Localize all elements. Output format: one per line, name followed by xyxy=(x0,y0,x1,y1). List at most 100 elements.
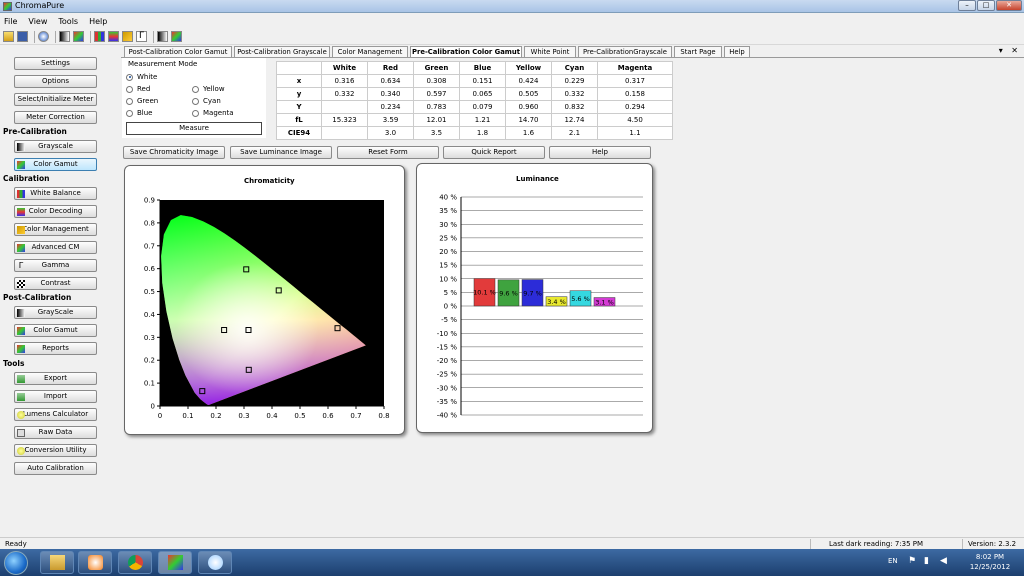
radio-magenta-label: Magenta xyxy=(203,109,234,117)
pre-color-gamut-button[interactable]: Color Gamut xyxy=(14,158,97,171)
flag-icon[interactable]: ⚑ xyxy=(908,556,916,566)
menu-help[interactable]: Help xyxy=(89,17,107,26)
post-color-gamut-icon[interactable] xyxy=(171,31,182,42)
y-tick-label: 30 % xyxy=(439,221,457,229)
color-decoding-icon[interactable] xyxy=(108,31,119,42)
volume-icon[interactable]: ◀ xyxy=(940,556,947,566)
minimize-button[interactable]: – xyxy=(958,0,976,11)
radio-icon xyxy=(126,85,133,93)
y-tick-label: 40 % xyxy=(439,194,457,202)
reset-form-button[interactable]: Reset Form xyxy=(337,146,439,159)
raw-data-button[interactable]: Raw Data xyxy=(14,426,97,439)
chrome-icon xyxy=(128,555,143,570)
title-bar: ChromaPure – □ ✕ xyxy=(0,0,1024,13)
tab-dropdown-icon[interactable]: ▾ xyxy=(999,46,1003,55)
network-icon[interactable]: ▮ xyxy=(924,556,929,566)
lumens-calculator-button[interactable]: Lumens Calculator xyxy=(14,408,97,421)
menu-tools[interactable]: Tools xyxy=(58,17,78,26)
clock[interactable]: 8:02 PM 12/25/2012 xyxy=(963,552,1017,572)
meter-correction-button[interactable]: Meter Correction xyxy=(14,111,97,124)
post-grayscale-button[interactable]: GrayScale xyxy=(14,306,97,319)
contrast-button[interactable]: Contrast xyxy=(14,277,97,290)
close-button[interactable]: ✕ xyxy=(996,0,1022,11)
tab-post-calibration-color-gamut[interactable]: Post-Calibration Color Gamut xyxy=(124,46,232,57)
conversion-utility-button[interactable]: Conversion Utility xyxy=(14,444,97,457)
table-cell: 3.0 xyxy=(367,126,414,140)
y-tick-label: 25 % xyxy=(439,234,457,242)
grayscale-icon xyxy=(17,143,25,151)
save-chromaticity-button[interactable]: Save Chromaticity Image xyxy=(123,146,225,159)
open-folder-icon[interactable] xyxy=(3,31,14,42)
select-meter-button[interactable]: Select/Initialize Meter xyxy=(14,93,97,106)
grayscale-icon[interactable] xyxy=(59,31,70,42)
tab-close-icon[interactable]: ✕ xyxy=(1011,46,1018,55)
tab-pre-calibration-grayscale[interactable]: Pre-CalibrationGrayscale xyxy=(578,46,672,57)
radio-red[interactable]: Red xyxy=(126,85,150,93)
settings-button[interactable]: Settings xyxy=(14,57,97,70)
post-grayscale-icon[interactable] xyxy=(157,31,168,42)
taskbar-chromapure[interactable] xyxy=(158,551,192,574)
tab-color-management[interactable]: Color Management xyxy=(332,46,408,57)
color-decoding-button[interactable]: Color Decoding xyxy=(14,205,97,218)
measurement-table: White Red Green Blue Yellow Cyan Magenta… xyxy=(276,61,673,140)
menu-view[interactable]: View xyxy=(28,17,47,26)
export-label: Export xyxy=(44,374,67,382)
y-tick-label: 0.4 xyxy=(144,311,156,319)
color-management-button[interactable]: Color Management xyxy=(14,223,97,236)
tab-help[interactable]: Help xyxy=(724,46,750,57)
language-indicator[interactable]: EN xyxy=(888,557,898,565)
table-row: y 0.332 0.340 0.597 0.065 0.505 0.332 0.… xyxy=(276,87,673,101)
y-tick-label: -15 % xyxy=(437,343,458,351)
advanced-cm-label: Advanced CM xyxy=(31,243,80,251)
tab-start-page[interactable]: Start Page xyxy=(674,46,722,57)
post-color-gamut-button[interactable]: Color Gamut xyxy=(14,324,97,337)
taskbar-chrome[interactable] xyxy=(118,551,152,574)
color-gamut-icon[interactable] xyxy=(73,31,84,42)
help-icon[interactable] xyxy=(38,31,49,42)
gamma-button[interactable]: Γ Gamma xyxy=(14,259,97,272)
advanced-cm-icon xyxy=(17,244,25,252)
radio-green[interactable]: Green xyxy=(126,97,158,105)
reports-icon xyxy=(17,345,25,353)
quick-report-button[interactable]: Quick Report xyxy=(443,146,545,159)
pre-grayscale-button[interactable]: Grayscale xyxy=(14,140,97,153)
y-tick-label: 15 % xyxy=(439,262,457,270)
save-luminance-button[interactable]: Save Luminance Image xyxy=(230,146,332,159)
tab-post-calibration-grayscale[interactable]: Post-Calibration Grayscale xyxy=(234,46,330,57)
clock-date: 12/25/2012 xyxy=(969,563,1011,571)
options-button[interactable]: Options xyxy=(14,75,97,88)
tab-pre-calibration-color-gamut[interactable]: Pre-Calibration Color Gamut xyxy=(410,46,522,57)
radio-magenta[interactable]: Magenta xyxy=(192,109,234,117)
radio-yellow[interactable]: Yellow xyxy=(192,85,225,93)
gamma-label: Gamma xyxy=(41,261,70,269)
clock-time: 8:02 PM xyxy=(975,553,1005,561)
table-cell: 0.316 xyxy=(321,74,368,88)
radio-blue[interactable]: Blue xyxy=(126,109,153,117)
tab-white-point[interactable]: White Point xyxy=(524,46,576,57)
radio-cyan[interactable]: Cyan xyxy=(192,97,221,105)
color-management-icon[interactable] xyxy=(122,31,133,42)
tab-bar: Post-Calibration Color Gamut Post-Calibr… xyxy=(124,46,1024,57)
auto-calibration-button[interactable]: Auto Calibration xyxy=(14,462,97,475)
taskbar-paint[interactable] xyxy=(198,551,232,574)
taskbar-media-player[interactable] xyxy=(78,551,112,574)
white-balance-button[interactable]: White Balance xyxy=(14,187,97,200)
advanced-cm-button[interactable]: Advanced CM xyxy=(14,241,97,254)
start-button[interactable] xyxy=(4,551,28,575)
white-balance-icon[interactable] xyxy=(94,31,105,42)
export-button[interactable]: Export xyxy=(14,372,97,385)
table-cell: 14.70 xyxy=(505,113,552,127)
maximize-button[interactable]: □ xyxy=(977,0,995,11)
save-icon[interactable] xyxy=(17,31,28,42)
table-cell: 0.079 xyxy=(459,100,506,114)
table-cell: 0.332 xyxy=(551,87,598,101)
radio-white[interactable]: White xyxy=(126,73,157,81)
taskbar-explorer[interactable] xyxy=(40,551,74,574)
menu-file[interactable]: File xyxy=(4,17,17,26)
import-button[interactable]: Import xyxy=(14,390,97,403)
measure-button[interactable]: Measure xyxy=(126,122,262,135)
reports-button[interactable]: Reports xyxy=(14,342,97,355)
color-decoding-label: Color Decoding xyxy=(28,207,83,215)
gamma-icon[interactable]: Γ xyxy=(136,31,147,42)
help-button[interactable]: Help xyxy=(549,146,651,159)
